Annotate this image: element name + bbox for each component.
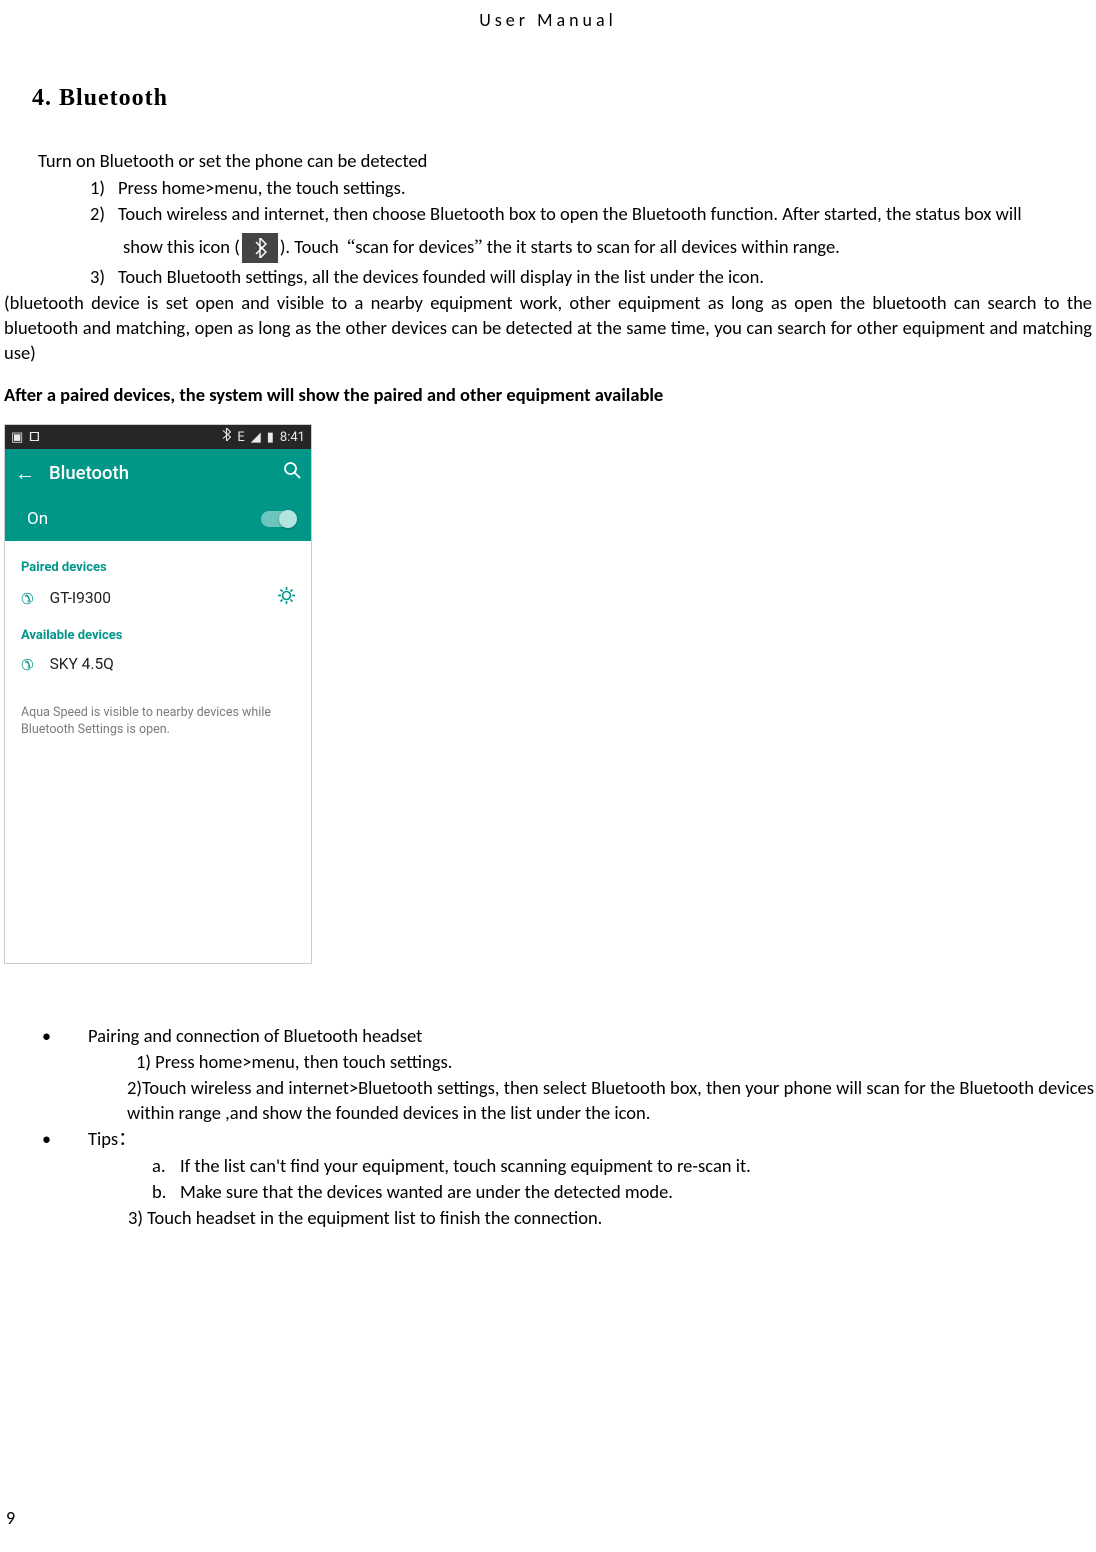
tip-text: Make sure that the devices wanted are un…: [180, 1180, 673, 1205]
device-name: GT-I9300: [50, 588, 111, 609]
quote-close: ”: [474, 235, 482, 260]
toggle-switch-icon[interactable]: [261, 511, 295, 527]
list-number: 2): [90, 202, 118, 227]
paired-info-heading: After a paired devices, the system will …: [4, 383, 1094, 408]
picture-icon: ▣: [11, 429, 23, 447]
page-header: User Manual: [0, 0, 1096, 32]
sub-step-3: 3) Touch headset in the equipment list t…: [128, 1206, 1094, 1231]
list-item-2-continuation: show this icon ( ). Touch “ scan for dev…: [123, 233, 1094, 263]
appbar-title: Bluetooth: [49, 461, 129, 486]
letter-marker: b.: [152, 1180, 180, 1205]
list-item-1: 1) Press home>menu, the touch settings.: [90, 176, 1094, 201]
sim-icon: 🞑: [29, 429, 39, 447]
header-title: User Manual: [479, 9, 617, 31]
list-text: Touch wireless and internet, then choose…: [118, 202, 1094, 227]
bullet-text: Tips：: [88, 1127, 1094, 1153]
signal-icon: ◢: [251, 429, 261, 447]
status-time: 8:41: [280, 429, 305, 447]
bluetooth-settings-screenshot: ▣ 🞑 E ◢ ▮ 8:41 ← Bluetooth On: [4, 424, 312, 964]
bullet-text: Pairing and connection of Bluetooth head…: [88, 1024, 1094, 1049]
status-bar: ▣ 🞑 E ◢ ▮ 8:41: [5, 425, 311, 449]
bullet-section: • Pairing and connection of Bluetooth he…: [42, 1024, 1094, 1231]
sub-step-1: 1) Press home>menu, then touch settings.: [136, 1050, 1094, 1075]
phone-icon: ✆: [21, 655, 34, 675]
list-item-3: 3) Touch Bluetooth settings, all the dev…: [90, 265, 1094, 290]
sub-step-2: 2)Touch wireless and internet>Bluetooth …: [127, 1076, 1094, 1126]
sub-tip-b: b. Make sure that the devices wanted are…: [152, 1180, 1094, 1205]
tip-text: If the list can't find your equipment, t…: [180, 1154, 751, 1179]
bullet-item: • Pairing and connection of Bluetooth he…: [42, 1024, 1094, 1049]
bullet-dot: •: [42, 1127, 88, 1151]
bullet-dot: •: [42, 1024, 88, 1048]
bullet-item: • Tips：: [42, 1127, 1094, 1153]
app-bar: ← Bluetooth: [5, 449, 311, 497]
numbered-list-cont: 3) Touch Bluetooth settings, all the dev…: [90, 265, 1094, 290]
device-name: SKY 4.5Q: [50, 654, 114, 675]
section-heading: 4. Bluetooth: [32, 82, 1094, 114]
scan-text: scan for devices: [355, 235, 474, 260]
paired-devices-label: Paired devices: [5, 541, 311, 583]
text-fragment: show this icon (: [123, 235, 240, 260]
available-device-row[interactable]: ✆ SKY 4.5Q: [5, 650, 311, 683]
list-number: 3): [90, 265, 118, 290]
network-type: E: [237, 429, 244, 447]
sub-tip-a: a. If the list can't find your equipment…: [152, 1154, 1094, 1179]
paragraph-explanation: (bluetooth device is set open and visibl…: [4, 291, 1092, 366]
available-devices-label: Available devices: [5, 619, 311, 651]
quote-open: “: [347, 235, 355, 260]
tips-label: Tips: [88, 1127, 118, 1150]
visibility-note: Aqua Speed is visible to nearby devices …: [5, 683, 311, 738]
phone-icon: ✆: [21, 589, 34, 609]
bluetooth-toggle-row[interactable]: On: [5, 497, 311, 541]
list-item-2: 2) Touch wireless and internet, then cho…: [90, 202, 1094, 227]
text-fragment: ). Touch: [280, 235, 339, 260]
text-fragment: the it starts to scan for all devices wi…: [487, 235, 840, 260]
intro-line: Turn on Bluetooth or set the phone can b…: [38, 149, 1094, 174]
battery-icon: ▮: [267, 429, 274, 447]
page-number: 9: [6, 1506, 15, 1530]
list-text: Touch Bluetooth settings, all the device…: [118, 265, 764, 290]
list-text: Press home>menu, the touch settings.: [118, 176, 406, 201]
cjk-colon: ：: [118, 1130, 137, 1150]
paired-device-row[interactable]: ✆ GT-I9300: [5, 583, 311, 619]
numbered-list: 1) Press home>menu, the touch settings. …: [90, 176, 1094, 227]
letter-marker: a.: [152, 1154, 180, 1179]
list-number: 1): [90, 176, 118, 201]
back-arrow-icon[interactable]: ←: [15, 460, 35, 487]
toggle-label: On: [27, 508, 48, 531]
bluetooth-icon: [222, 428, 231, 447]
search-icon[interactable]: [283, 461, 301, 486]
page-content: 4. Bluetooth Turn on Bluetooth or set th…: [0, 32, 1096, 1231]
bluetooth-status-icon: [242, 233, 278, 263]
gear-icon[interactable]: [278, 587, 295, 611]
